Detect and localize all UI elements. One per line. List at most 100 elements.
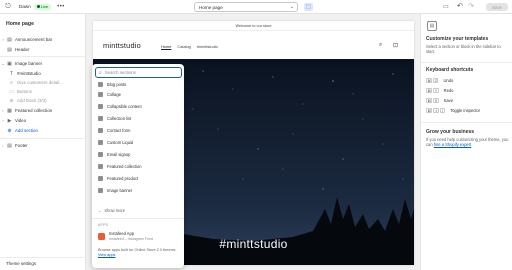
contact-form-icon	[98, 128, 103, 133]
nav-link-catalog[interactable]: Catalog	[177, 44, 190, 49]
collage-icon	[98, 92, 103, 97]
page-selector-label: Home page	[199, 4, 223, 10]
divider	[421, 122, 512, 123]
shortcut-undo: ⌘ Z Undo	[426, 77, 454, 84]
section-label: Announcement bar	[15, 37, 53, 42]
section-video[interactable]: › ▶ Video	[0, 116, 86, 125]
button-icon: ▭	[9, 88, 14, 95]
image-icon	[98, 188, 103, 193]
nav-link-home[interactable]: Home	[161, 44, 171, 49]
store-nav: Home Catalog #minttstudio	[161, 44, 218, 49]
block-buttons[interactable]: ▭ Buttons	[0, 87, 86, 96]
section-announcement-bar[interactable]: › ▤ Announcement bar	[0, 35, 86, 44]
instafeed-logo-icon	[98, 232, 105, 240]
apps-heading: APPS	[98, 223, 109, 227]
image-icon: ▣	[7, 60, 12, 67]
page-title: Home page	[6, 21, 34, 27]
live-badge: Live	[33, 3, 52, 10]
section-footer[interactable]: › ▤ Footer	[0, 141, 86, 150]
collection-list-icon	[98, 116, 103, 121]
collapsible-icon	[98, 104, 103, 109]
top-bar: ⎋ Dawn Live ••• Home page ⌄ ⬚ ▭ ↶ ↷ Save	[0, 0, 512, 14]
divider	[92, 218, 184, 219]
block-text[interactable]: ≡ Give customers detail...	[0, 78, 86, 87]
search-icon: ⌕	[99, 70, 102, 76]
code-icon	[98, 140, 103, 145]
hire-expert-link[interactable]: hire a Shopify expert	[434, 142, 472, 147]
chevron-down-icon: ⌄	[98, 208, 102, 213]
redo-icon[interactable]: ↷	[468, 2, 474, 10]
block-heading[interactable]: T #minttstudio	[0, 69, 86, 78]
picker-item[interactable]: Image banner	[95, 186, 181, 195]
nav-link-minttstudio[interactable]: #minttstudio	[197, 44, 218, 49]
shortcut-redo: ⌘ Y Redo	[426, 87, 454, 94]
search-placeholder: Search sections	[104, 70, 136, 75]
inspector-toggle-icon[interactable]: ⬚	[304, 3, 313, 11]
divider	[0, 257, 86, 258]
section-image-banner[interactable]: ⌄ ▣ Image banner	[0, 59, 86, 68]
search-input[interactable]: ⌕ Search sections	[95, 67, 182, 78]
section-label: Video	[15, 118, 27, 123]
cart-icon[interactable]: ⊡	[393, 42, 398, 49]
plus-circle-icon: ⊕	[7, 127, 12, 134]
email-icon	[98, 152, 103, 157]
picker-item[interactable]: Collection list	[95, 114, 181, 123]
theme-name: Dawn	[19, 4, 31, 9]
app-item-instafeed[interactable]: Instafeed App Instafeed – Instagram Feed	[98, 230, 182, 242]
plus-circle-icon: ⊕	[9, 97, 14, 104]
picker-item[interactable]: Blog posts	[95, 80, 181, 89]
shortcut-inspector: ⌘ ⇧ I Toggle inspector	[426, 107, 481, 114]
block-label: Buttons	[17, 89, 32, 94]
divider	[0, 56, 86, 57]
help-sidebar: ▤ Customize your templates Select a sect…	[420, 14, 512, 270]
customize-title: Customize your templates	[426, 36, 489, 42]
shortcuts-title: Keyboard shortcuts	[426, 67, 474, 73]
product-icon	[98, 176, 103, 181]
header-icon: ▤	[7, 46, 12, 53]
collection-icon: ▦	[7, 107, 12, 114]
section-picker-popover: ⌕ Search sections Blog posts Collage Col…	[92, 64, 184, 268]
grow-title: Grow your business	[426, 129, 475, 135]
picker-item[interactable]: Collage	[95, 90, 181, 99]
search-icon[interactable]: ⌕	[379, 42, 382, 49]
featured-collection-icon	[98, 164, 103, 169]
chevron-down-icon: ⌄	[289, 4, 294, 10]
picker-item[interactable]: Collapsible content	[95, 102, 181, 111]
add-section-button[interactable]: ⊕ Add section	[0, 126, 86, 135]
paragraph-icon: ≡	[10, 79, 13, 86]
sections-sidebar: Home page › ▤ Announcement bar ▤ Header …	[0, 14, 86, 270]
store-header: minttstudio Home Catalog #minttstudio ⌕ …	[93, 31, 414, 59]
announcement-bar: Welcome to our store	[93, 21, 414, 31]
divider	[421, 62, 512, 63]
customize-text: Select a section or block in the sidebar…	[426, 44, 501, 55]
app-name: Instafeed App	[109, 231, 135, 236]
text-icon: T	[9, 70, 14, 77]
add-block-button[interactable]: ⊕ Add block (3/3)	[0, 96, 86, 105]
section-featured-collection[interactable]: › ▦ Featured collection	[0, 106, 86, 115]
page-selector[interactable]: Home page ⌄	[194, 2, 298, 12]
picker-item[interactable]: Featured product	[95, 174, 181, 183]
section-header[interactable]: ▤ Header	[0, 45, 86, 54]
store-logo[interactable]: minttstudio	[103, 41, 141, 50]
view-apps-link[interactable]: View apps	[98, 253, 115, 257]
desktop-view-icon[interactable]: ▭	[443, 3, 449, 10]
picker-item[interactable]: Contact form	[95, 126, 181, 135]
video-icon: ▶	[7, 117, 12, 124]
browse-apps-text: Browse apps built for Online Store 2.0 t…	[98, 248, 177, 257]
block-label: Give customers detail...	[17, 80, 63, 85]
footer-icon: ▤	[7, 142, 12, 149]
picker-item[interactable]: Featured collection	[95, 162, 181, 171]
section-label: Featured collection	[15, 108, 53, 113]
template-icon: ▤	[427, 21, 437, 31]
theme-settings-link[interactable]: Theme settings	[6, 261, 36, 266]
save-button[interactable]: Save	[486, 3, 508, 11]
more-actions-button[interactable]: •••	[57, 4, 65, 10]
divider	[0, 138, 86, 139]
exit-icon[interactable]: ⎋	[3, 2, 13, 12]
blog-icon	[98, 82, 103, 87]
undo-icon[interactable]: ↶	[457, 2, 463, 10]
picker-item[interactable]: Email signup	[95, 150, 181, 159]
picker-item[interactable]: Custom Liquid	[95, 138, 181, 147]
announcement-icon: ▤	[7, 36, 12, 43]
show-more-button[interactable]: ⌄ Show more	[98, 208, 125, 213]
